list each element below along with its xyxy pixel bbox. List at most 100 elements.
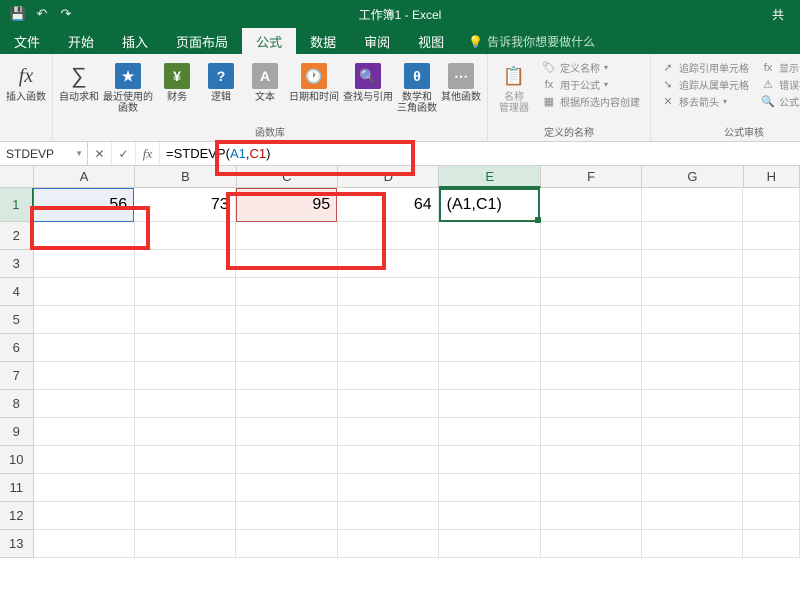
cell-F4[interactable] [541,278,642,306]
cell-H12[interactable] [743,502,800,530]
cell-H9[interactable] [743,418,800,446]
cell-E9[interactable] [439,418,540,446]
cell-H10[interactable] [743,446,800,474]
cell-B9[interactable] [135,418,236,446]
cell-G2[interactable] [642,222,743,250]
evaluate-formula-button[interactable]: 🔍公式求值 [761,94,800,109]
cell-F3[interactable] [541,250,642,278]
cell-C2[interactable] [236,222,337,250]
cell-E11[interactable] [439,474,540,502]
cell-A1[interactable]: 56 [33,188,135,222]
cell-F13[interactable] [541,530,642,558]
cell-D8[interactable] [338,390,439,418]
cell-A10[interactable] [34,446,135,474]
cell-H8[interactable] [743,390,800,418]
insert-function-button[interactable]: fx 插入函数 [6,58,46,103]
cell-F11[interactable] [541,474,642,502]
cell-D13[interactable] [338,530,439,558]
cell-D5[interactable] [338,306,439,334]
select-all-corner[interactable] [0,166,34,187]
row-header-4[interactable]: 4 [0,278,34,306]
cell-G11[interactable] [642,474,743,502]
text-button[interactable]: A 文本 [245,58,285,114]
col-header-D[interactable]: D [338,166,439,187]
cell-C5[interactable] [236,306,337,334]
cell-E5[interactable] [439,306,540,334]
tab-view[interactable]: 视图 [404,28,458,54]
cell-B8[interactable] [135,390,236,418]
redo-icon[interactable]: ↷ [58,6,74,22]
row-header-13[interactable]: 13 [0,530,34,558]
cell-G7[interactable] [642,362,743,390]
cell-C11[interactable] [236,474,337,502]
autosum-button[interactable]: ∑ 自动求和 [59,58,99,114]
cell-B1[interactable]: 73 [134,188,235,222]
cell-B6[interactable] [135,334,236,362]
cell-D11[interactable] [338,474,439,502]
tab-file[interactable]: 文件 [0,28,54,54]
tab-home[interactable]: 开始 [54,28,108,54]
define-name-button[interactable]: 🏷定义名称▾ [542,60,640,75]
row-header-1[interactable]: 1 [0,188,34,222]
cell-A9[interactable] [34,418,135,446]
math-button[interactable]: θ 数学和 三角函数 [397,58,437,114]
cell-F9[interactable] [541,418,642,446]
cell-F8[interactable] [541,390,642,418]
trace-precedents-button[interactable]: ➚追踪引用单元格 [661,60,749,75]
financial-button[interactable]: ¥ 财务 [157,58,197,114]
col-header-G[interactable]: G [642,166,743,187]
more-functions-button[interactable]: ⋯ 其他函数 [441,58,481,114]
cell-H13[interactable] [743,530,800,558]
chevron-down-icon[interactable]: ▼ [75,149,83,158]
cell-E3[interactable] [439,250,540,278]
show-formulas-button[interactable]: fx显示公式 [761,60,800,75]
cell-B2[interactable] [135,222,236,250]
cell-A3[interactable] [34,250,135,278]
cell-A4[interactable] [34,278,135,306]
tab-insert[interactable]: 插入 [108,28,162,54]
cell-H6[interactable] [743,334,800,362]
col-header-H[interactable]: H [744,166,800,187]
col-header-C[interactable]: C [237,166,338,187]
cell-G10[interactable] [642,446,743,474]
cell-D3[interactable] [338,250,439,278]
cell-C13[interactable] [236,530,337,558]
cell-G12[interactable] [642,502,743,530]
col-header-F[interactable]: F [541,166,642,187]
save-icon[interactable]: 💾 [10,6,26,22]
cell-F12[interactable] [541,502,642,530]
cell-F5[interactable] [541,306,642,334]
cell-E12[interactable] [439,502,540,530]
cell-H2[interactable] [743,222,800,250]
cell-F10[interactable] [541,446,642,474]
col-header-A[interactable]: A [34,166,135,187]
cell-A7[interactable] [34,362,135,390]
cell-G6[interactable] [642,334,743,362]
col-header-E[interactable]: E [439,166,540,188]
cell-B4[interactable] [135,278,236,306]
row-header-11[interactable]: 11 [0,474,34,502]
cell-H1[interactable] [743,188,800,222]
create-from-selection-button[interactable]: ▦根据所选内容创建 [542,94,640,109]
datetime-button[interactable]: 🕐 日期和时间 [289,58,339,114]
cell-C6[interactable] [236,334,337,362]
name-box[interactable]: STDEVP ▼ [0,142,88,165]
cell-C9[interactable] [236,418,337,446]
tab-data[interactable]: 数据 [296,28,350,54]
cell-E7[interactable] [439,362,540,390]
row-header-8[interactable]: 8 [0,390,34,418]
cell-D10[interactable] [338,446,439,474]
cancel-formula-button[interactable]: ✕ [88,142,112,165]
tab-review[interactable]: 审阅 [350,28,404,54]
error-check-button[interactable]: ⚠错误检查▾ [761,77,800,92]
tab-formulas[interactable]: 公式 [242,28,296,54]
cell-C3[interactable] [236,250,337,278]
enter-formula-button[interactable]: ✓ [112,142,136,165]
row-header-5[interactable]: 5 [0,306,34,334]
cell-C12[interactable] [236,502,337,530]
cell-G9[interactable] [642,418,743,446]
cell-E2[interactable] [439,222,540,250]
cell-B3[interactable] [135,250,236,278]
share-button[interactable]: 共 [756,0,800,28]
cell-E8[interactable] [439,390,540,418]
